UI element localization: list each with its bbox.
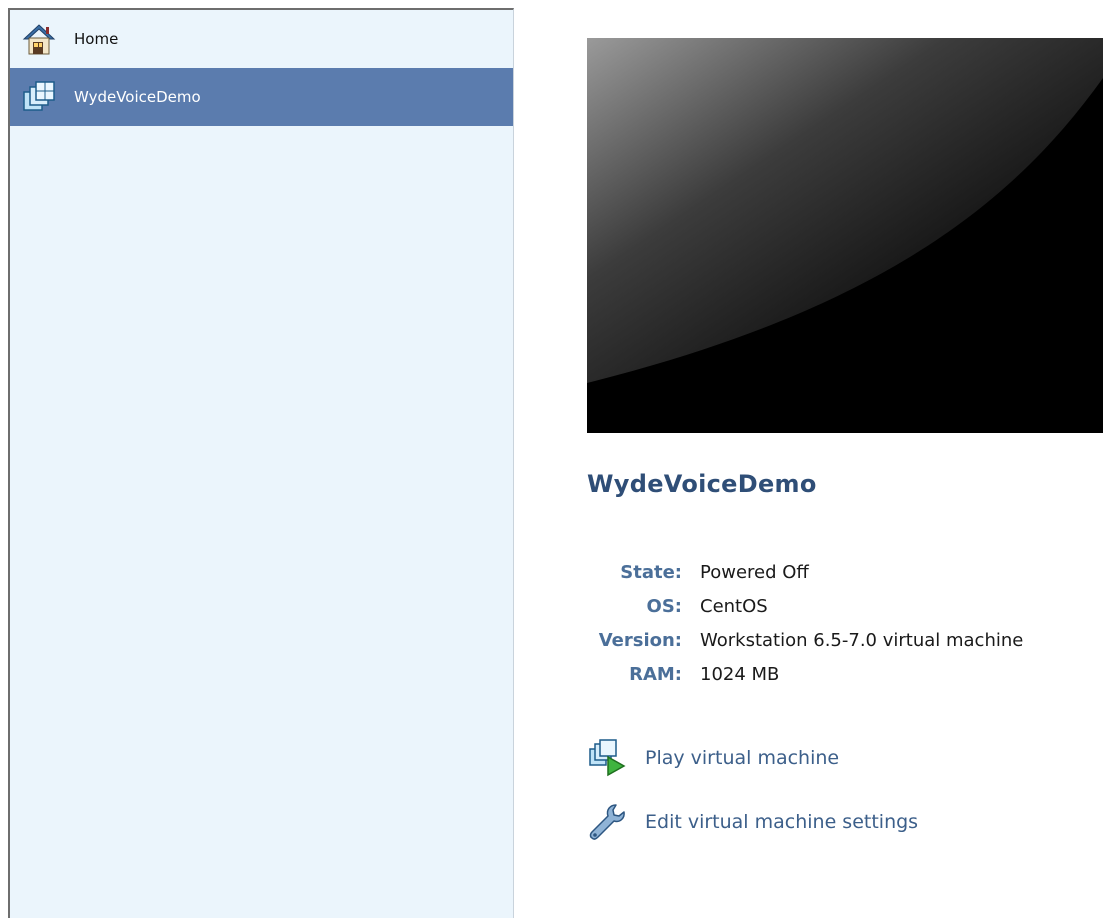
play-vm-link[interactable]: Play virtual machine [645, 747, 839, 769]
play-vm-action[interactable]: Play virtual machine [587, 738, 839, 778]
thumbnail-gloss [587, 38, 1103, 433]
sidebar-item-wydevoicedemo[interactable]: WydeVoiceDemo [10, 68, 513, 126]
sidebar: Home WydeVoiceDemo [8, 8, 514, 918]
detail-row-state: State: Powered Off [584, 555, 1094, 589]
sidebar-item-label: Home [74, 30, 119, 48]
detail-value: Powered Off [700, 561, 809, 583]
play-vm-icon [587, 738, 627, 778]
detail-key: RAM: [629, 663, 682, 685]
detail-row-ram: RAM: 1024 MB [584, 657, 1094, 691]
detail-value: 1024 MB [700, 663, 780, 685]
detail-key: State: [620, 561, 682, 583]
sidebar-item-label: WydeVoiceDemo [74, 88, 201, 106]
home-icon [21, 21, 57, 57]
vm-screen-thumbnail[interactable] [587, 38, 1103, 433]
detail-value: CentOS [700, 595, 768, 617]
detail-key: Version: [598, 629, 682, 651]
app-window: Home WydeVoiceDemo WydeVoiceDemo State: … [0, 0, 1103, 918]
edit-vm-settings-action[interactable]: Edit virtual machine settings [587, 802, 918, 842]
vm-title: WydeVoiceDemo [587, 470, 817, 498]
detail-row-version: Version: Workstation 6.5-7.0 virtual mac… [584, 623, 1094, 657]
sidebar-item-home[interactable]: Home [10, 10, 513, 68]
virtual-machine-icon [21, 79, 57, 115]
wrench-icon [587, 802, 627, 842]
detail-key: OS: [646, 595, 682, 617]
detail-row-os: OS: CentOS [584, 589, 1094, 623]
detail-value: Workstation 6.5-7.0 virtual machine [700, 629, 1024, 651]
edit-vm-settings-link[interactable]: Edit virtual machine settings [645, 811, 918, 833]
